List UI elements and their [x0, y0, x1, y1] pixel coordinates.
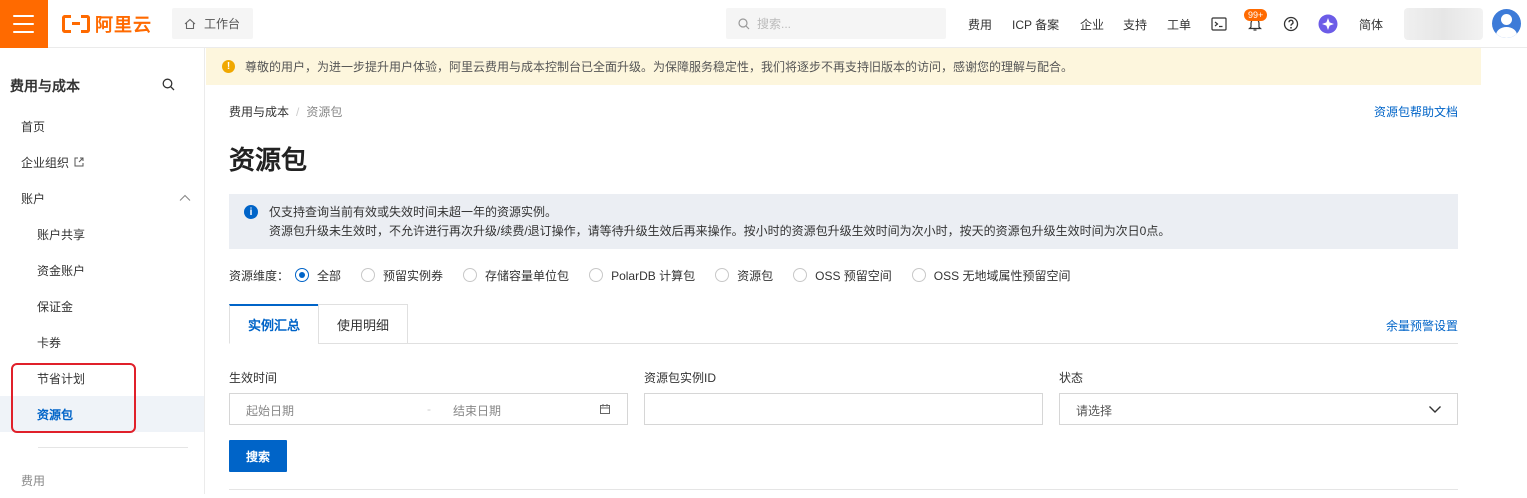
chevron-down-icon	[1429, 406, 1441, 413]
sidebar-item-label: 首页	[21, 119, 46, 134]
info-line-1: 仅支持查询当前有效或失效时间未超一年的资源实例。	[269, 205, 558, 219]
ai-assistant-icon[interactable]	[1318, 14, 1338, 34]
status-label: 状态	[1059, 371, 1084, 385]
notification-badge: 99+	[1244, 9, 1268, 21]
sidebar-title: 费用与成本	[10, 78, 80, 94]
radio-resource-package[interactable]: 资源包	[715, 267, 773, 284]
workbench-label: 工作台	[204, 17, 241, 31]
search-button-label: 搜索	[245, 449, 270, 464]
hamburger-menu-button[interactable]	[0, 0, 48, 48]
radio-label: PolarDB 计算包	[611, 268, 696, 283]
sidebar-item-label: 保证金	[37, 299, 74, 314]
radio-label: 资源包	[737, 268, 774, 283]
terminal-icon[interactable]	[1209, 14, 1229, 34]
sidebar-search-icon[interactable]	[162, 78, 175, 91]
chevron-up-icon	[179, 194, 191, 201]
sidebar-item-label: 企业组织	[21, 155, 70, 170]
sidebar-item-label: 账户	[21, 191, 46, 206]
radio-label: 预留实例券	[383, 268, 444, 283]
sidebar-item-label: 资金账户	[37, 263, 86, 278]
external-link-icon	[74, 157, 84, 167]
nav-icp[interactable]: ICP 备案	[1012, 0, 1059, 48]
date-range-picker[interactable]: 起始日期 - 结束日期	[229, 393, 628, 425]
tab-usage-detail[interactable]: 使用明细	[318, 304, 408, 344]
breadcrumb-root[interactable]: 费用与成本	[229, 105, 289, 119]
dimension-label: 资源维度：	[229, 268, 290, 283]
date-separator: -	[427, 402, 431, 416]
help-doc-link[interactable]: 资源包帮助文档	[1374, 103, 1458, 120]
nav-fees[interactable]: 费用	[968, 0, 992, 48]
nav-ticket[interactable]: 工单	[1167, 0, 1191, 48]
radio-storage-capacity[interactable]: 存储容量单位包	[463, 267, 569, 284]
radio-polardb[interactable]: PolarDB 计算包	[589, 267, 695, 284]
nav-enterprise[interactable]: 企业	[1080, 0, 1104, 48]
search-placeholder: 搜索...	[757, 17, 792, 31]
sidebar-item-label: 账户共享	[37, 227, 86, 242]
page-title: 资源包	[229, 145, 308, 175]
info-icon: i	[244, 205, 258, 219]
language-switch[interactable]: 简体	[1359, 0, 1383, 48]
search-icon	[738, 17, 750, 29]
warning-icon: !	[222, 60, 235, 73]
info-message: i 仅支持查询当前有效或失效时间未超一年的资源实例。 资源包升级未生效时，不允许…	[229, 194, 1458, 249]
sidebar-item-enterprise-org[interactable]: 企业组织	[0, 144, 204, 180]
user-avatar[interactable]	[1492, 9, 1521, 38]
sidebar-item-fees[interactable]: 费用	[0, 462, 204, 498]
sidebar-item-home[interactable]: 首页	[0, 108, 204, 144]
sidebar-item-account-sharing[interactable]: 账户共享	[0, 216, 204, 252]
radio-oss-no-region[interactable]: OSS 无地域属性预留空间	[911, 267, 1071, 284]
end-date-placeholder: 结束日期	[453, 404, 502, 418]
upgrade-notice-banner: ! 尊敬的用户，为进一步提升用户体验，阿里云费用与成本控制台已全面升级。为保障服…	[206, 48, 1481, 85]
top-bar: 阿里云 工作台 搜索... 费用 ICP 备案 企业 支持 工单 99+ 简体	[0, 0, 1527, 48]
effective-time-label: 生效时间	[229, 371, 278, 385]
radio-label: 存储容量单位包	[485, 268, 570, 283]
status-select[interactable]: 请选择	[1059, 393, 1458, 425]
resource-dimension-filter: 资源维度： 全部 预留实例券 存储容量单位包 PolarDB 计算包 资源包 O…	[229, 266, 1090, 284]
notice-text: 尊敬的用户，为进一步提升用户体验，阿里云费用与成本控制台已全面升级。为保障服务稳…	[245, 60, 1074, 74]
sidebar-divider	[38, 447, 188, 448]
account-name-blurred[interactable]	[1404, 8, 1483, 40]
radio-label: 全部	[317, 268, 342, 283]
instance-id-label: 资源包实例ID	[644, 371, 717, 385]
info-line-2: 资源包升级未生效时，不允许进行再次升级/续费/退订操作，请等待升级生效后再来操作…	[269, 224, 1171, 238]
sidebar-item-fund-account[interactable]: 资金账户	[0, 252, 204, 288]
tab-label: 使用明细	[336, 317, 389, 333]
tab-instance-summary[interactable]: 实例汇总	[229, 304, 319, 344]
breadcrumb: 费用与成本 / 资源包	[229, 105, 343, 119]
help-icon[interactable]	[1281, 14, 1301, 34]
sidebar-item-coupons[interactable]: 卡券	[0, 324, 204, 360]
table-top-border	[229, 489, 1458, 490]
radio-label: OSS 无地域属性预留空间	[933, 268, 1071, 283]
start-date-placeholder: 起始日期	[246, 404, 295, 418]
breadcrumb-current: 资源包	[306, 105, 343, 119]
tabs-underline	[229, 343, 1458, 344]
highlight-annotation-box	[11, 363, 136, 433]
sidebar-item-label: 费用	[21, 473, 46, 488]
balance-alert-settings-link[interactable]: 余量预警设置	[1386, 317, 1458, 334]
radio-oss-reserved[interactable]: OSS 预留空间	[793, 267, 892, 284]
radio-label: OSS 预留空间	[815, 268, 892, 283]
radio-reserved-instance[interactable]: 预留实例券	[361, 267, 443, 284]
instance-id-input[interactable]	[644, 393, 1043, 425]
home-icon	[184, 18, 196, 29]
logo-mark-icon	[62, 15, 90, 33]
logo-text: 阿里云	[95, 15, 152, 35]
radio-all[interactable]: 全部	[295, 267, 341, 284]
nav-support[interactable]: 支持	[1123, 0, 1147, 48]
status-placeholder: 请选择	[1076, 404, 1113, 418]
search-button[interactable]: 搜索	[229, 440, 287, 472]
calendar-icon	[600, 404, 610, 414]
sidebar-item-deposit[interactable]: 保证金	[0, 288, 204, 324]
sidebar-item-label: 卡券	[37, 335, 62, 350]
tab-label: 实例汇总	[247, 318, 300, 333]
global-search-input[interactable]: 搜索...	[726, 8, 946, 39]
sidebar-item-account[interactable]: 账户	[0, 180, 204, 216]
aliyun-logo[interactable]: 阿里云	[62, 13, 152, 35]
workbench-button[interactable]: 工作台	[172, 8, 253, 39]
